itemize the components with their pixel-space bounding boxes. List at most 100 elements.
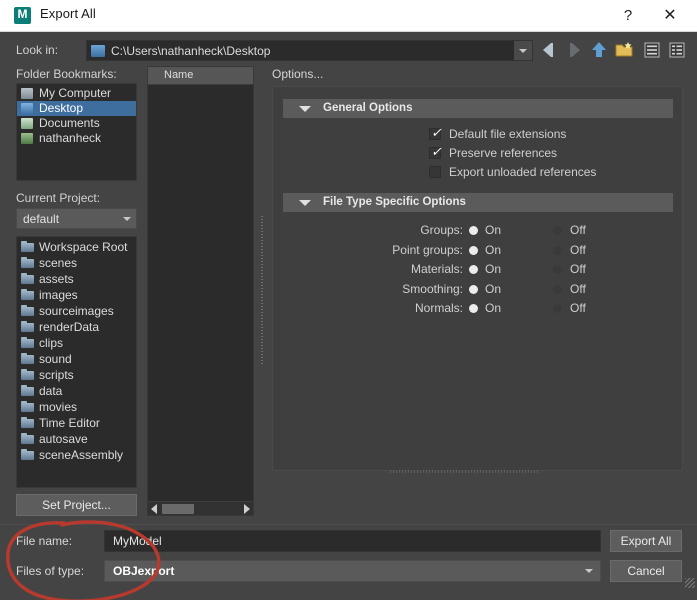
radio-row-normals: Normals: On Off (273, 299, 682, 319)
checkbox-row[interactable]: ✓ Preserve references (273, 145, 682, 163)
bookmark-item-documents[interactable]: Documents (17, 116, 136, 131)
file-list-horizontal-scrollbar[interactable] (148, 501, 253, 515)
radio-on[interactable] (469, 265, 478, 274)
user-icon (21, 133, 33, 144)
folder-icon (21, 417, 34, 428)
close-icon[interactable]: ✕ (656, 3, 684, 29)
folder-list-item[interactable]: images (17, 287, 136, 303)
radio-off[interactable] (553, 226, 562, 235)
folder-list-item[interactable]: autosave (17, 431, 136, 447)
detail-view-icon[interactable] (666, 39, 688, 61)
folder-list-item[interactable]: scenes (17, 255, 136, 271)
files-of-type-value: OBJexport (113, 564, 175, 578)
radio-on-label: On (485, 262, 502, 276)
folder-list-label: scripts (39, 368, 74, 382)
parent-dir-icon[interactable] (588, 39, 610, 61)
bottom-divider (0, 524, 697, 525)
folder-list-item[interactable]: clips (17, 335, 136, 351)
set-project-button[interactable]: Set Project... (16, 494, 137, 516)
file-list-header[interactable]: Name (148, 67, 253, 85)
bookmark-item-nathanheck[interactable]: nathanheck (17, 131, 136, 146)
folder-list-label: sound (39, 352, 72, 366)
options-resize-handle[interactable] (390, 470, 540, 473)
bookmark-item-desktop[interactable]: Desktop (17, 101, 136, 116)
new-folder-icon[interactable] (613, 39, 635, 61)
bookmark-item-my-computer[interactable]: My Computer (17, 86, 136, 101)
folder-list-item[interactable]: assets (17, 271, 136, 287)
folder-icon (21, 305, 34, 316)
folder-list-item[interactable]: data (17, 383, 136, 399)
radio-off[interactable] (553, 265, 562, 274)
radio-off-label: Off (570, 301, 586, 315)
folder-list-label: movies (39, 400, 78, 414)
files-of-type-combobox[interactable]: OBJexport (104, 560, 601, 582)
chevron-down-icon[interactable] (299, 106, 311, 112)
back-icon[interactable] (538, 39, 560, 61)
folder-icon (21, 369, 34, 380)
folder-icon (21, 449, 34, 460)
radio-row-smoothing: Smoothing: On Off (273, 280, 682, 300)
bookmark-label: Documents (39, 116, 100, 130)
folder-icon (21, 353, 34, 364)
folder-list-item[interactable]: Workspace Root (17, 239, 136, 255)
general-options-header[interactable]: General Options (283, 99, 673, 118)
file-list-panel[interactable]: Name (147, 66, 254, 516)
radio-off[interactable] (553, 304, 562, 313)
folder-list-label: autosave (39, 432, 88, 446)
current-project-combobox[interactable]: default (16, 208, 137, 229)
chevron-down-icon[interactable] (118, 209, 136, 228)
look-in-label: Look in: (16, 43, 59, 57)
folder-list-label: Time Editor (39, 416, 100, 430)
scroll-left-icon[interactable] (151, 504, 157, 514)
column-header-name: Name (164, 69, 194, 81)
radio-on[interactable] (469, 304, 478, 313)
folder-list-label: scenes (39, 256, 78, 270)
folder-list-item[interactable]: scripts (17, 367, 136, 383)
folder-list-item[interactable]: renderData (17, 319, 136, 335)
resize-grip[interactable] (685, 578, 695, 588)
folder-list-label: images (39, 288, 78, 302)
radio-on-label: On (485, 301, 502, 315)
export-all-button[interactable]: Export All (610, 530, 682, 552)
scrollbar-thumb[interactable] (162, 504, 194, 514)
radio-on[interactable] (469, 226, 478, 235)
folder-list-label: Workspace Root (39, 240, 128, 254)
radio-off[interactable] (553, 245, 562, 255)
radio-off-label: Off (570, 223, 586, 237)
checkbox-default-file-extensions[interactable]: ✓ (429, 126, 442, 140)
cancel-button[interactable]: Cancel (610, 560, 682, 582)
title-bar: M Export All ? ✕ (0, 0, 697, 32)
folder-icon (21, 257, 34, 268)
options-label: Options... (272, 67, 324, 81)
file-type-specific-options-header[interactable]: File Type Specific Options (283, 193, 673, 212)
radio-off-label: Off (570, 281, 586, 296)
folder-list-item[interactable]: sound (17, 351, 136, 367)
checkbox-row[interactable]: ✓ Default file extensions (273, 126, 682, 144)
chevron-down-icon[interactable] (299, 200, 311, 206)
folder-icon (21, 433, 34, 444)
folder-list-item[interactable]: Time Editor (17, 415, 136, 431)
folder-list-item[interactable]: movies (17, 399, 136, 415)
docs-icon (21, 118, 33, 129)
chevron-down-icon[interactable] (514, 41, 532, 60)
help-button[interactable]: ? (614, 3, 642, 29)
scroll-right-icon[interactable] (244, 504, 250, 514)
folder-list-item[interactable]: sourceimages (17, 303, 136, 319)
radio-off[interactable] (553, 284, 562, 294)
checkbox-row[interactable]: Export unloaded references (273, 165, 682, 182)
checkbox-preserve-references[interactable]: ✓ (429, 145, 442, 159)
list-view-icon[interactable] (641, 39, 663, 61)
chevron-down-icon[interactable] (580, 561, 598, 581)
checkbox-export-unloaded-references[interactable] (429, 166, 441, 178)
project-folder-list[interactable]: Workspace Root scenes assets images sourceim… (16, 236, 137, 488)
drive-icon (91, 45, 105, 57)
radio-on[interactable] (469, 245, 478, 255)
folder-bookmarks-list[interactable]: My Computer Desktop Documents nathanheck (16, 83, 137, 181)
radio-on[interactable] (469, 284, 478, 294)
folder-icon (21, 401, 34, 412)
folder-list-item[interactable]: sceneAssembly (17, 447, 136, 463)
panel-splitter[interactable] (258, 66, 266, 516)
file-name-input[interactable]: MyModel (104, 530, 601, 552)
look-in-combobox[interactable]: C:\Users\nathanheck\Desktop (86, 40, 533, 61)
folder-icon (21, 273, 34, 284)
